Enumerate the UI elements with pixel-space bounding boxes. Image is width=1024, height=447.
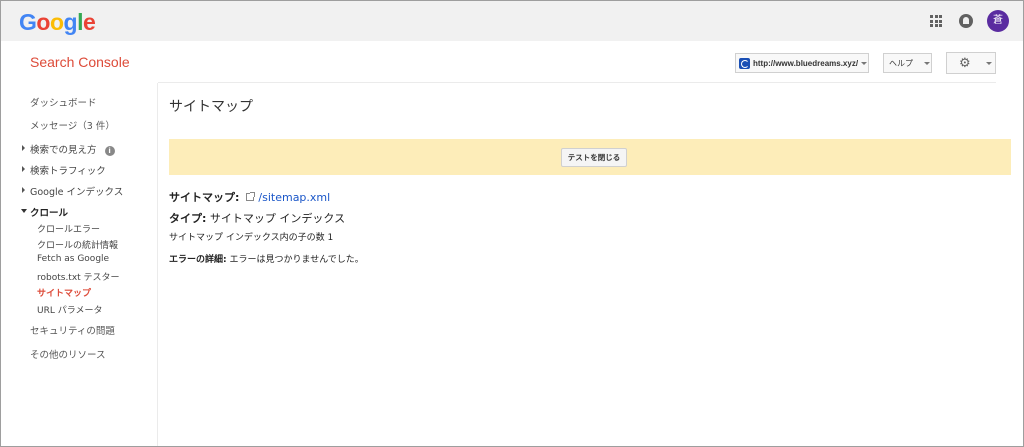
sidebar-item-label: Google インデックス (30, 187, 124, 198)
site-selector-label: http://www.bluedreams.xyz/ (753, 58, 859, 68)
sidebar-item-search-appearance[interactable]: 検索での見え方 i (22, 142, 115, 156)
google-logo-letter: o (36, 9, 50, 35)
sidebar (1, 83, 158, 446)
sidebar-item-security[interactable]: セキュリティの問題 (30, 323, 115, 337)
help-button[interactable]: ヘルプ (883, 53, 932, 73)
sidebar-item-crawl[interactable]: クロール (21, 205, 69, 219)
header-divider (158, 82, 996, 83)
chevron-down-icon (861, 61, 868, 65)
sidebar-item-dashboard[interactable]: ダッシュボード (30, 95, 97, 109)
help-button-label: ヘルプ (889, 58, 913, 68)
info-icon[interactable]: i (104, 146, 115, 156)
sitemap-label: サイトマップ: (169, 191, 240, 204)
sidebar-item-messages[interactable]: メッセージ（3 件） (30, 118, 115, 132)
sidebar-item-fetch-as-google[interactable]: Fetch as Google (37, 254, 109, 264)
site-selector[interactable]: http://www.bluedreams.xyz/ (735, 53, 869, 73)
google-logo-letter: o (49, 9, 64, 35)
chevron-right-icon (22, 166, 25, 172)
sidebar-item-search-traffic[interactable]: 検索トラフィック (22, 163, 106, 177)
sitemap-link[interactable]: /sitemap.xml (258, 191, 330, 204)
google-logo-letter: e (82, 9, 96, 35)
error-value: エラーは見つかりませんでした。 (229, 255, 364, 265)
type-value: サイトマップ インデックス (209, 212, 346, 225)
test-banner: テストを閉じる (169, 139, 1011, 175)
chevron-down-icon (21, 209, 27, 213)
sidebar-item-label: 検索トラフィック (30, 166, 106, 177)
child-count-text: サイトマップ インデックス内の子の数 1 (169, 233, 334, 243)
sidebar-item-label: 検索での見え方 (30, 145, 97, 156)
error-row: エラーの詳細: エラーは見つかりませんでした。 (169, 252, 364, 265)
sidebar-item-url-parameters[interactable]: URL パラメータ (37, 303, 102, 316)
browser-frame: Google 蒼 Search Console http://www.blued… (0, 0, 1024, 447)
sidebar-item-crawl-stats[interactable]: クロールの統計情報 (37, 238, 118, 251)
site-favicon-icon (739, 57, 750, 69)
chevron-right-icon (22, 145, 25, 151)
close-test-button[interactable]: テストを閉じる (561, 148, 627, 167)
settings-button[interactable]: ⚙ (946, 52, 996, 74)
page-title: サイトマップ (169, 99, 253, 115)
gear-icon: ⚙ (959, 56, 971, 71)
sidebar-item-label: クロール (30, 208, 69, 219)
sidebar-item-google-index[interactable]: Google インデックス (22, 184, 124, 198)
type-label: タイプ: (169, 212, 207, 225)
avatar[interactable]: 蒼 (987, 10, 1009, 32)
google-logo[interactable]: Google (19, 9, 96, 36)
sidebar-item-crawl-errors[interactable]: クロールエラー (37, 222, 100, 235)
type-row: タイプ: サイトマップ インデックス (169, 210, 345, 226)
google-logo-letter: g (63, 9, 78, 35)
sitemap-row: サイトマップ: /sitemap.xml (169, 189, 330, 205)
sidebar-item-robots-tester[interactable]: robots.txt テスター (37, 270, 120, 283)
app-title[interactable]: Search Console (30, 54, 130, 70)
sidebar-item-other-resources[interactable]: その他のリソース (30, 347, 106, 361)
error-label: エラーの詳細: (169, 255, 227, 265)
chevron-down-icon (986, 62, 992, 65)
chevron-right-icon (22, 187, 25, 193)
google-bar: Google 蒼 (1, 1, 1023, 41)
sidebar-item-sitemaps[interactable]: サイトマップ (37, 286, 91, 299)
external-link-icon[interactable] (246, 192, 256, 201)
apps-grid-icon[interactable] (930, 15, 942, 27)
bell-icon[interactable] (959, 14, 973, 28)
google-logo-letter: G (19, 9, 37, 35)
chevron-down-icon (924, 61, 930, 65)
